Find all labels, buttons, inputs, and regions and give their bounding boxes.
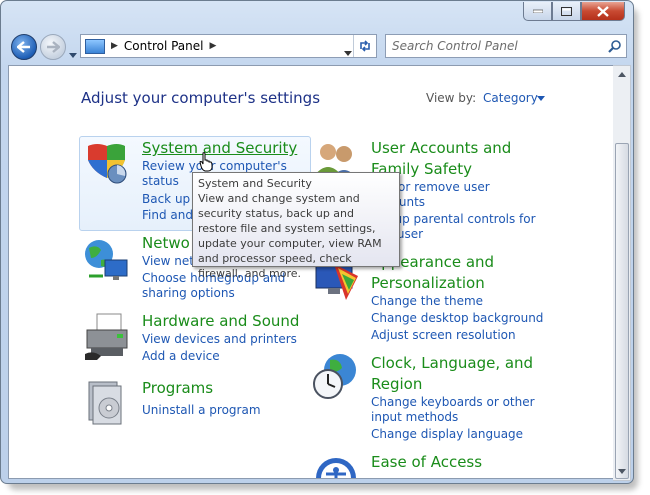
programs-icon[interactable] xyxy=(83,378,131,426)
change-theme-link[interactable]: Change the theme xyxy=(371,294,483,308)
scroll-thumb[interactable] xyxy=(615,143,629,479)
scroll-up-button[interactable] xyxy=(613,66,630,83)
recent-pages-dropdown[interactable] xyxy=(69,43,77,62)
hardware-and-sound-link[interactable]: Hardware and Sound xyxy=(142,312,299,330)
back-arrow-icon xyxy=(17,41,30,53)
system-and-security-link[interactable]: System and Security xyxy=(142,139,297,157)
minimize-icon xyxy=(532,9,543,13)
search-box xyxy=(385,34,627,58)
back-button[interactable] xyxy=(11,34,37,60)
ease-of-access-link[interactable]: Ease of Access xyxy=(371,453,482,471)
printer-icon[interactable] xyxy=(83,312,131,360)
add-a-device-link[interactable]: Add a device xyxy=(142,349,220,363)
change-desktop-background-link[interactable]: Change desktop background xyxy=(371,311,543,325)
chevron-down-icon xyxy=(617,469,626,474)
chevron-down-icon xyxy=(344,51,352,56)
tooltip-title: System and Security xyxy=(198,177,312,190)
ease-of-access-icon[interactable] xyxy=(312,452,360,478)
search-input[interactable] xyxy=(390,38,599,54)
refresh-button[interactable] xyxy=(353,35,376,57)
content-pane: Adjust your computer's settings View by:… xyxy=(8,65,615,479)
view-devices-and-printers-link[interactable]: View devices and printers xyxy=(142,332,297,346)
clock-language-region-link[interactable]: Clock, Language, and xyxy=(371,354,533,372)
breadcrumb-control-panel[interactable]: Control Panel xyxy=(124,39,204,53)
review-computer-status-link-line2[interactable]: status xyxy=(142,174,179,188)
vertical-scrollbar[interactable] xyxy=(613,65,631,481)
shield-icon[interactable] xyxy=(83,140,131,188)
forward-arrow-icon xyxy=(47,41,60,53)
choose-homegroup-link-line2[interactable]: sharing options xyxy=(142,286,235,300)
user-accounts-link[interactable]: User Accounts and xyxy=(371,139,511,157)
programs-link[interactable]: Programs xyxy=(142,379,213,397)
change-keyboards-link-line2[interactable]: input methods xyxy=(371,410,458,424)
find-and-fix-link[interactable]: Find and xyxy=(142,208,193,222)
clock-language-region-link-line2[interactable]: Region xyxy=(371,375,422,393)
breadcrumb-separator-icon[interactable]: ▶ xyxy=(210,41,217,51)
maximize-icon xyxy=(561,6,572,16)
review-computer-status-link[interactable]: Review your computer's xyxy=(142,159,287,173)
caption-buttons xyxy=(523,2,625,21)
breadcrumb-separator-icon[interactable]: ▶ xyxy=(111,41,118,51)
network-globe-icon[interactable] xyxy=(83,236,131,284)
refresh-icon xyxy=(360,40,370,52)
change-keyboards-link[interactable]: Change keyboards or other xyxy=(371,395,535,409)
control-panel-window: ▶ Control Panel ▶ Adjust your computer's… xyxy=(0,0,634,484)
tooltip-body: View and change system and security stat… xyxy=(198,192,382,280)
close-button[interactable] xyxy=(581,2,625,21)
uninstall-program-link[interactable]: Uninstall a program xyxy=(142,403,261,417)
system-security-tooltip: System and Security View and change syst… xyxy=(192,172,400,280)
clock-globe-icon[interactable] xyxy=(312,352,360,400)
search-icon[interactable] xyxy=(608,38,621,57)
address-bar[interactable]: ▶ Control Panel ▶ xyxy=(80,34,377,58)
hand-cursor-icon xyxy=(199,152,213,176)
change-display-language-link[interactable]: Change display language xyxy=(371,427,523,441)
scroll-down-button[interactable] xyxy=(613,463,630,480)
chevron-down-icon xyxy=(69,53,77,58)
page-title: Adjust your computer's settings xyxy=(81,89,321,107)
view-by-caret-icon[interactable] xyxy=(537,96,545,101)
navigation-bar: ▶ Control Panel ▶ xyxy=(7,32,627,62)
address-history-dropdown[interactable] xyxy=(344,41,352,60)
network-and-internet-link[interactable]: Netwo xyxy=(142,234,190,252)
maximize-button[interactable] xyxy=(552,2,581,21)
forward-button[interactable] xyxy=(40,34,66,60)
adjust-screen-resolution-link[interactable]: Adjust screen resolution xyxy=(371,328,516,342)
view-by-label: View by: xyxy=(426,91,477,105)
chevron-up-icon xyxy=(617,72,626,77)
close-icon xyxy=(597,5,609,17)
view-by-dropdown[interactable]: Category xyxy=(483,91,538,105)
control-panel-icon xyxy=(85,38,105,54)
minimize-button[interactable] xyxy=(523,2,552,21)
